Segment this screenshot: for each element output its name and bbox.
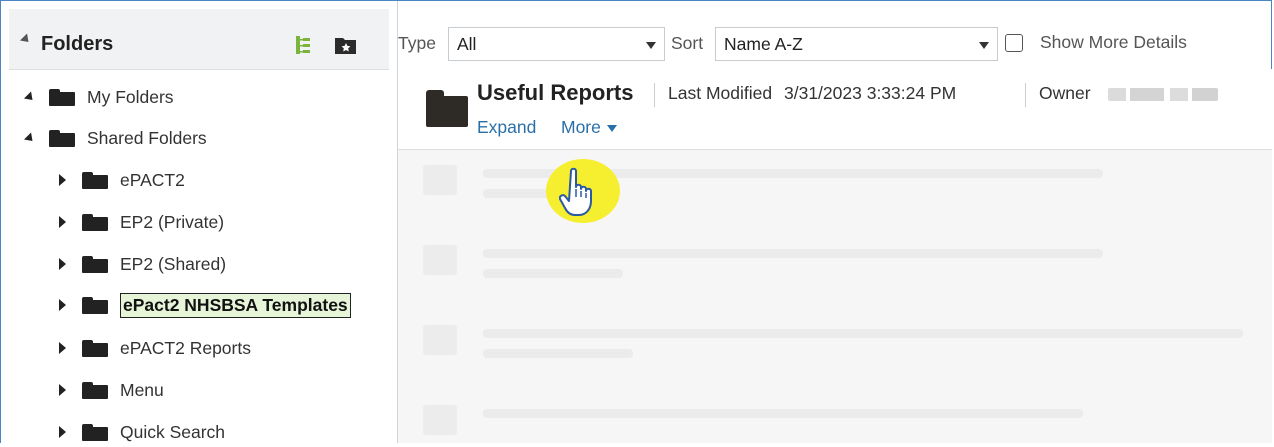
folder-icon: [49, 88, 75, 106]
tree-item-label-selected: ePact2 NHSBSA Templates: [120, 292, 351, 318]
catalog-toolbar: Type All Sort Name A-Z Show More Details: [398, 1, 1272, 69]
tree-item-label: ePACT2: [120, 169, 185, 190]
tree-item-label: EP2 (Shared): [120, 253, 227, 274]
sort-select[interactable]: Name A-Z: [715, 27, 998, 61]
folder-icon: [82, 423, 108, 441]
collapsed-arrow-icon[interactable]: [59, 299, 66, 311]
type-select[interactable]: All: [448, 27, 665, 61]
collapse-panel-icon[interactable]: [19, 33, 33, 46]
placeholder-line: [483, 269, 623, 278]
loading-placeholder-row: [423, 325, 1243, 359]
owner-label: Owner: [1039, 83, 1091, 103]
tree-item-ep2-shared[interactable]: EP2 (Shared): [59, 249, 226, 279]
expand-arrow-icon[interactable]: [23, 131, 37, 145]
placeholder-icon: [423, 245, 457, 275]
placeholder-line: [483, 329, 1243, 338]
placeholder-icon: [423, 405, 457, 435]
tree-item-label: Quick Search: [120, 421, 226, 442]
folders-title: Folders: [41, 33, 114, 55]
tree-item-label: EP2 (Private): [120, 211, 225, 232]
tree-view-icon[interactable]: [295, 35, 317, 60]
type-select-value: All: [457, 34, 477, 54]
folder-icon: [82, 171, 108, 189]
tree-item-shared-folders[interactable]: Shared Folders: [23, 123, 207, 153]
folder-icon: [82, 339, 108, 357]
tree-item-label: Shared Folders: [87, 127, 207, 148]
tree-item-my-folders[interactable]: My Folders: [23, 82, 174, 112]
placeholder-line: [483, 349, 633, 358]
sort-select-value: Name A-Z: [724, 34, 803, 54]
chevron-down-icon: [606, 124, 617, 132]
tree-item-epact2-nhsbsa-templates[interactable]: ePact2 NHSBSA Templates: [59, 290, 351, 320]
collapsed-arrow-icon[interactable]: [59, 216, 66, 228]
show-more-details-checkbox[interactable]: [1005, 34, 1023, 52]
tree-item-epact2-reports[interactable]: ePACT2 Reports: [59, 333, 251, 363]
tree-item-menu[interactable]: Menu: [59, 375, 164, 405]
owner-value-redacted: [1108, 88, 1218, 101]
show-more-details-label[interactable]: Show More Details: [1040, 32, 1187, 53]
folder-icon: [82, 296, 108, 314]
placeholder-icon: [423, 325, 457, 355]
collapsed-arrow-icon[interactable]: [59, 174, 66, 186]
favorite-folder-icon[interactable]: [334, 35, 358, 60]
sort-label: Sort: [671, 33, 704, 53]
expand-link[interactable]: Expand: [477, 117, 536, 138]
chevron-down-icon: [646, 42, 656, 49]
loading-placeholder-row: [423, 245, 1203, 279]
collapsed-arrow-icon[interactable]: [59, 342, 66, 354]
more-link-label: More: [561, 117, 601, 137]
chevron-down-icon: [979, 42, 989, 49]
last-modified-value: 3/31/2023 3:33:24 PM: [784, 83, 957, 103]
collapsed-arrow-icon[interactable]: [59, 426, 66, 438]
collapsed-arrow-icon[interactable]: [59, 384, 66, 396]
folders-header: Folders: [9, 9, 389, 70]
folders-panel: Folders My Folders Shared Folders ePACT2…: [1, 1, 398, 443]
separator: [1025, 83, 1026, 107]
expand-arrow-icon[interactable]: [23, 90, 37, 104]
placeholder-icon: [423, 165, 457, 195]
separator: [654, 83, 655, 107]
more-menu-button[interactable]: More: [561, 117, 617, 138]
placeholder-line: [483, 409, 1083, 418]
tree-item-label: Menu: [120, 379, 164, 400]
folder-icon: [82, 381, 108, 399]
tree-item-label: ePACT2 Reports: [120, 337, 251, 358]
folder-icon: [49, 129, 75, 147]
folder-icon: [82, 213, 108, 231]
catalog-item[interactable]: Useful Reports Last Modified 3/31/2023 3…: [398, 69, 1272, 150]
hand-pointer-icon: [559, 167, 592, 216]
tree-item-epact2[interactable]: ePACT2: [59, 165, 185, 195]
last-modified-label: Last Modified: [668, 83, 773, 103]
loading-placeholder-row: [423, 405, 1203, 439]
folder-icon: [426, 90, 468, 127]
item-name[interactable]: Useful Reports: [477, 80, 633, 106]
tree-item-ep2-private[interactable]: EP2 (Private): [59, 207, 224, 237]
tree-item-label: My Folders: [87, 86, 174, 107]
type-label: Type: [398, 33, 436, 53]
collapsed-arrow-icon[interactable]: [59, 258, 66, 270]
folder-icon: [82, 255, 108, 273]
catalog-item-list: Useful Reports Last Modified 3/31/2023 3…: [398, 69, 1272, 443]
loading-placeholder-row: [423, 165, 1203, 199]
placeholder-line: [483, 249, 1103, 258]
